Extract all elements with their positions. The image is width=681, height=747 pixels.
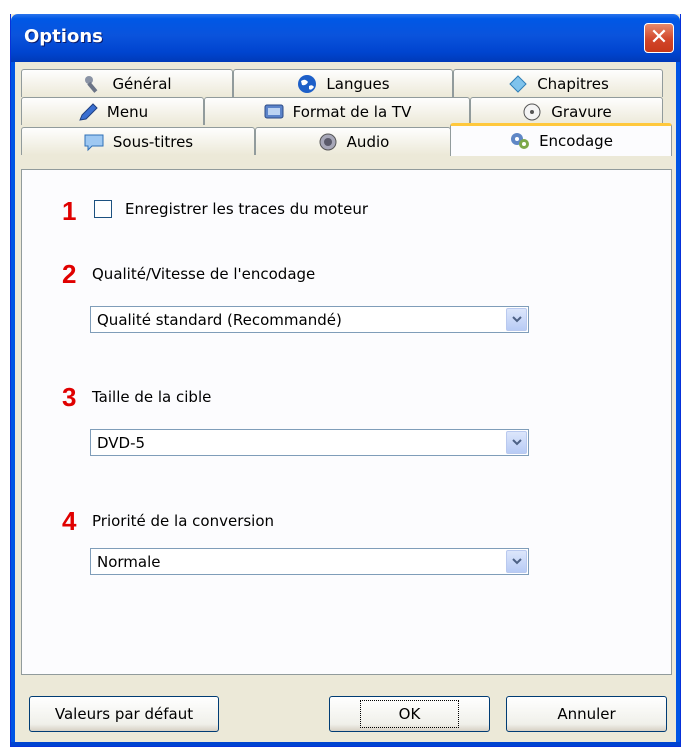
title-bar[interactable]: Options ✕ bbox=[11, 14, 680, 62]
conversion-priority-value: Normale bbox=[97, 553, 161, 571]
tab-sous-titres[interactable]: Sous-titres bbox=[21, 127, 255, 155]
marker-number-2: 2 bbox=[62, 259, 77, 289]
target-size-select[interactable]: DVD-5 bbox=[90, 429, 529, 456]
tab-audio[interactable]: Audio bbox=[255, 127, 451, 155]
marker-number-1: 1 bbox=[62, 196, 77, 226]
quality-speed-select[interactable]: Qualité standard (Recommandé) bbox=[90, 306, 529, 333]
tab-label: Gravure bbox=[551, 102, 612, 121]
options-dialog: Options ✕ Général Langues Chapitres Menu bbox=[10, 14, 681, 747]
speech-bubble-icon bbox=[84, 134, 104, 151]
tab-label: Format de la TV bbox=[292, 102, 412, 121]
window-border-bottom bbox=[11, 742, 680, 746]
chevron-down-icon[interactable] bbox=[506, 431, 527, 454]
globe-icon bbox=[298, 74, 317, 93]
tab-menu[interactable]: Menu bbox=[21, 97, 204, 125]
ok-button-label: OK bbox=[359, 700, 460, 728]
tab-label: Encodage bbox=[539, 132, 613, 150]
cancel-button-label: Annuler bbox=[557, 705, 616, 723]
speaker-icon bbox=[319, 133, 337, 150]
engine-traces-checkbox[interactable] bbox=[94, 200, 112, 218]
tv-icon bbox=[264, 104, 284, 118]
tab-langues[interactable]: Langues bbox=[233, 69, 453, 97]
quality-speed-label: Qualité/Vitesse de l'encodage bbox=[92, 265, 316, 283]
tab-chapitres[interactable]: Chapitres bbox=[453, 69, 663, 97]
chevron-down-icon[interactable] bbox=[506, 308, 527, 331]
bookmark-icon bbox=[509, 74, 527, 93]
conversion-priority-select[interactable]: Normale bbox=[90, 548, 529, 575]
close-button[interactable]: ✕ bbox=[644, 23, 674, 53]
window-border-right bbox=[676, 62, 680, 746]
tab-label: Langues bbox=[326, 74, 390, 93]
window-title: Options bbox=[24, 26, 103, 47]
quality-speed-value: Qualité standard (Recommandé) bbox=[97, 311, 342, 329]
tab-label: Sous-titres bbox=[112, 132, 194, 151]
target-size-label: Taille de la cible bbox=[92, 388, 212, 406]
tab-general[interactable]: Général bbox=[21, 69, 233, 97]
tab-label: Général bbox=[112, 74, 172, 93]
conversion-priority-label: Priorité de la conversion bbox=[92, 512, 275, 530]
encodage-panel: 1 Enregistrer les traces du moteur 2 Qua… bbox=[21, 169, 672, 675]
window-border-left bbox=[11, 62, 15, 746]
engine-traces-label: Enregistrer les traces du moteur bbox=[125, 200, 369, 218]
disc-icon bbox=[523, 103, 541, 120]
tab-gravure[interactable]: Gravure bbox=[470, 97, 663, 125]
tab-format-tv[interactable]: Format de la TV bbox=[204, 97, 470, 125]
tab-label: Menu bbox=[106, 102, 149, 121]
tab-label: Chapitres bbox=[537, 74, 609, 93]
marker-number-4: 4 bbox=[62, 506, 77, 536]
target-size-value: DVD-5 bbox=[97, 434, 146, 452]
pen-icon bbox=[79, 102, 98, 121]
tab-encodage[interactable]: Encodage bbox=[450, 123, 672, 156]
cancel-button[interactable]: Annuler bbox=[506, 696, 667, 732]
wrench-icon bbox=[85, 75, 98, 93]
defaults-button[interactable]: Valeurs par défaut bbox=[29, 696, 219, 732]
chevron-down-icon[interactable] bbox=[506, 550, 527, 573]
tab-label: Audio bbox=[346, 132, 390, 151]
ok-button[interactable]: OK bbox=[329, 696, 490, 732]
defaults-button-label: Valeurs par défaut bbox=[54, 705, 194, 723]
marker-number-3: 3 bbox=[62, 382, 77, 412]
close-icon: ✕ bbox=[649, 25, 669, 50]
gears-icon bbox=[511, 133, 530, 149]
